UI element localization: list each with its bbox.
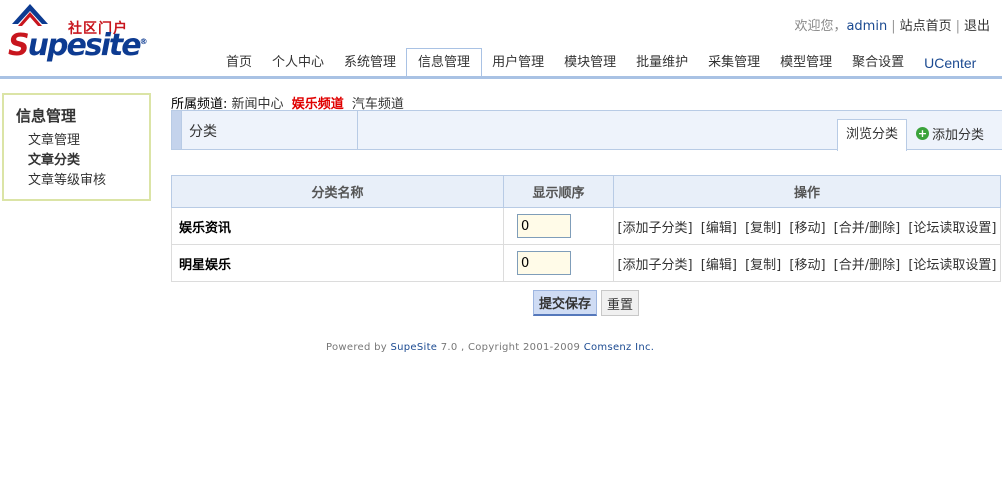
section-header: 分类 浏览分类 + 添加分类	[171, 110, 1002, 151]
main-nav: 首页 个人中心 系统管理 信息管理 用户管理 模块管理 批量维护 采集管理 模型…	[216, 48, 986, 77]
copy-link[interactable]: [复制]	[745, 221, 781, 236]
edit-link[interactable]: [编辑]	[701, 258, 737, 273]
table-header-row: 分类名称 显示顺序 操作	[171, 175, 1001, 208]
footer: Powered by SupeSite 7.0 , Copyright 2001…	[326, 342, 655, 353]
sidebar: 信息管理 文章管理 文章分类 文章等级审核	[2, 93, 151, 201]
tab-batch-maintenance[interactable]: 批量维护	[626, 48, 698, 77]
sidebar-item-article-management[interactable]: 文章管理	[16, 131, 149, 151]
sidebar-item-article-level-review[interactable]: 文章等级审核	[16, 171, 149, 191]
footer-brand: SupeSite	[390, 342, 438, 353]
row-actions: [添加子分类] [编辑] [复制] [移动] [合并/删除] [论坛读取设置]	[613, 244, 1001, 282]
add-subcategory-link[interactable]: [添加子分类]	[617, 258, 692, 273]
header-divider	[357, 111, 358, 149]
table-row: 明星娱乐 [添加子分类] [编辑] [复制] [移动] [合并/删除] [论坛读…	[171, 244, 1001, 282]
table-row: 娱乐资讯 [添加子分类] [编辑] [复制] [移动] [合并/删除] [论坛读…	[171, 207, 1001, 245]
tab-model-management[interactable]: 模型管理	[770, 48, 842, 77]
tab-system-management[interactable]: 系统管理	[334, 48, 406, 77]
logo-wordmark: Supesite®	[8, 28, 148, 63]
tab-home[interactable]: 首页	[216, 48, 262, 77]
form-actions: 提交保存 重置	[533, 290, 640, 316]
display-order-input[interactable]	[517, 251, 571, 275]
nav-divider	[0, 76, 1002, 79]
category-name: 明星娱乐	[171, 244, 504, 282]
display-order-input[interactable]	[517, 214, 571, 238]
tab-user-management[interactable]: 用户管理	[482, 48, 554, 77]
sidebar-item-article-category[interactable]: 文章分类	[16, 151, 149, 171]
logout-link[interactable]: 退出	[964, 19, 990, 34]
tab-personal-center[interactable]: 个人中心	[262, 48, 334, 77]
add-subcategory-link[interactable]: [添加子分类]	[617, 221, 692, 236]
category-name: 娱乐资讯	[171, 207, 504, 245]
top-links: 欢迎您，admin | 站点首页 | 退出	[794, 15, 990, 34]
row-actions: [添加子分类] [编辑] [复制] [移动] [合并/删除] [论坛读取设置]	[613, 207, 1001, 245]
tab-info-management[interactable]: 信息管理	[406, 48, 483, 77]
plus-icon: +	[916, 127, 929, 140]
merge-delete-link[interactable]: [合并/删除]	[834, 221, 901, 236]
add-category-button[interactable]: + 添加分类	[916, 124, 984, 143]
reset-button[interactable]: 重置	[601, 290, 640, 316]
move-link[interactable]: [移动]	[789, 221, 825, 236]
tab-collection-management[interactable]: 采集管理	[698, 48, 770, 77]
section-title: 分类	[189, 124, 217, 140]
merge-delete-link[interactable]: [合并/删除]	[834, 258, 901, 273]
supesite-logo[interactable]: 社区门户 Supesite®	[8, 2, 148, 64]
forum-read-settings-link[interactable]: [论坛读取设置]	[908, 258, 996, 273]
separator: |	[955, 19, 960, 34]
edit-link[interactable]: [编辑]	[701, 221, 737, 236]
sidebar-title: 信息管理	[16, 107, 77, 125]
column-header-order: 显示顺序	[503, 175, 614, 208]
tab-browse-categories[interactable]: 浏览分类	[837, 119, 907, 151]
column-header-actions: 操作	[613, 175, 1001, 208]
tab-aggregation-settings[interactable]: 聚合设置	[842, 48, 914, 77]
category-table: 分类名称 显示顺序 操作 娱乐资讯 [添加子分类] [编辑] [复制] [移动]…	[171, 175, 1001, 282]
forum-read-settings-link[interactable]: [论坛读取设置]	[908, 221, 996, 236]
welcome-text: 欢迎您，	[794, 19, 847, 34]
separator: |	[891, 19, 896, 34]
user-link[interactable]: admin	[846, 19, 887, 34]
move-link[interactable]: [移动]	[789, 258, 825, 273]
site-home-link[interactable]: 站点首页	[900, 19, 952, 34]
submit-save-button[interactable]: 提交保存	[533, 290, 598, 316]
column-header-name: 分类名称	[171, 175, 504, 208]
copy-link[interactable]: [复制]	[745, 258, 781, 273]
add-category-label: 添加分类	[932, 128, 985, 143]
tab-ucenter[interactable]: UCenter	[914, 48, 986, 77]
tab-module-management[interactable]: 模块管理	[554, 48, 626, 77]
header-accent	[172, 111, 182, 149]
footer-company: Comsenz Inc.	[583, 342, 655, 353]
